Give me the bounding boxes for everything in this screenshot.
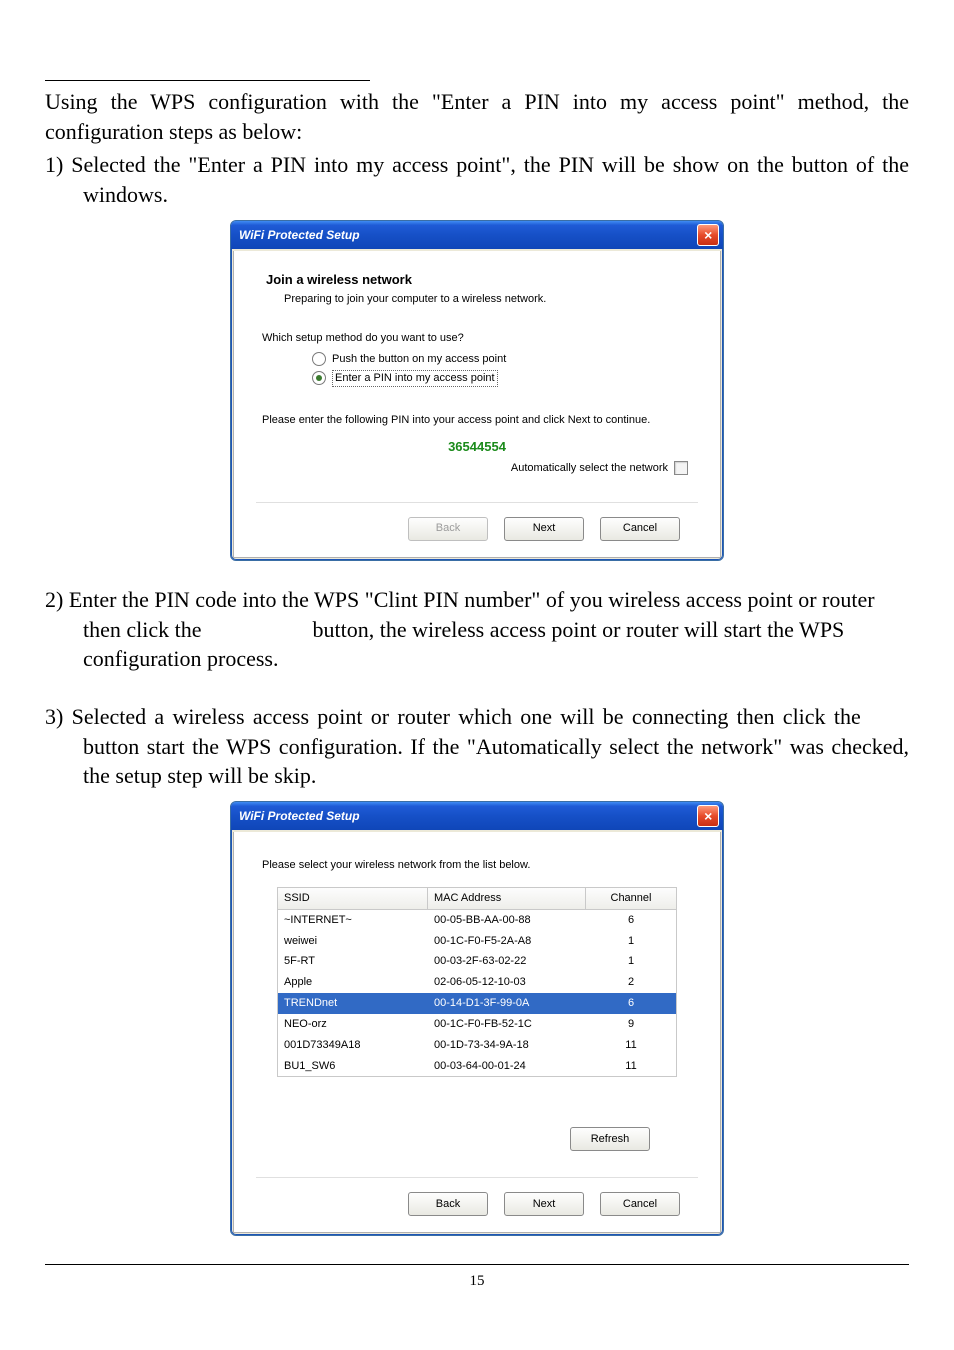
cell-ssid: NEO-orz xyxy=(278,1014,428,1035)
checkbox-icon[interactable] xyxy=(674,461,688,475)
back-button: Back xyxy=(408,517,488,541)
cancel-button[interactable]: Cancel xyxy=(600,1192,680,1216)
cell-mac: 00-03-2F-63-02-22 xyxy=(428,951,586,972)
cell-mac: 00-1C-F0-FB-52-1C xyxy=(428,1014,586,1035)
step-2: 2) Enter the PIN code into the WPS "Clin… xyxy=(45,585,909,674)
title-bar: WiFi Protected Setup × xyxy=(231,221,723,249)
col-mac: MAC Address xyxy=(428,888,586,909)
header-rule xyxy=(45,80,370,81)
pin-instruction: Please enter the following PIN into your… xyxy=(262,413,698,428)
cell-channel: 9 xyxy=(586,1014,676,1035)
table-row[interactable]: weiwei00-1C-F0-F5-2A-A81 xyxy=(278,931,676,952)
cell-mac: 00-1C-F0-F5-2A-A8 xyxy=(428,931,586,952)
table-row[interactable]: BU1_SW600-03-64-00-01-2411 xyxy=(278,1056,676,1077)
cell-ssid: weiwei xyxy=(278,931,428,952)
refresh-button[interactable]: Refresh xyxy=(570,1127,650,1151)
wps-dialog-pin: WiFi Protected Setup × Join a wireless n… xyxy=(230,220,724,561)
network-table: SSID MAC Address Channel ~INTERNET~00-05… xyxy=(277,887,677,1078)
cell-ssid: ~INTERNET~ xyxy=(278,910,428,931)
cell-mac: 00-03-64-00-01-24 xyxy=(428,1056,586,1077)
cell-mac: 00-1D-73-34-9A-18 xyxy=(428,1035,586,1056)
button-row: Back Next Cancel xyxy=(256,1177,698,1218)
cell-mac: 02-06-05-12-10-03 xyxy=(428,972,586,993)
cell-channel: 11 xyxy=(586,1056,676,1077)
table-header: SSID MAC Address Channel xyxy=(278,888,676,910)
select-network-instruction: Please select your wireless network from… xyxy=(262,858,692,873)
wps-dialog-select-network: WiFi Protected Setup × Please select you… xyxy=(230,801,724,1236)
cancel-button[interactable]: Cancel xyxy=(600,517,680,541)
cell-channel: 6 xyxy=(586,993,676,1014)
cell-mac: 00-14-D1-3F-99-0A xyxy=(428,993,586,1014)
cell-ssid: 5F-RT xyxy=(278,951,428,972)
cell-channel: 6 xyxy=(586,910,676,931)
next-button[interactable]: Next xyxy=(504,517,584,541)
table-row[interactable]: Apple02-06-05-12-10-032 xyxy=(278,972,676,993)
document-page: Using the WPS configuration with the "En… xyxy=(0,0,954,1322)
radio-icon-selected xyxy=(312,371,326,385)
table-row[interactable]: ~INTERNET~00-05-BB-AA-00-886 xyxy=(278,910,676,931)
back-button[interactable]: Back xyxy=(408,1192,488,1216)
cell-channel: 1 xyxy=(586,951,676,972)
dialog-subheading: Preparing to join your computer to a wir… xyxy=(284,292,698,307)
table-row[interactable]: NEO-orz00-1C-F0-FB-52-1C9 xyxy=(278,1014,676,1035)
radio-enter-pin[interactable]: Enter a PIN into my access point xyxy=(312,370,698,387)
auto-select-label: Automatically select the network xyxy=(511,461,668,476)
pin-value: 36544554 xyxy=(256,438,698,456)
dialog-heading: Join a wireless network xyxy=(266,271,698,289)
radio-label: Enter a PIN into my access point xyxy=(332,370,498,387)
col-channel: Channel xyxy=(586,888,676,909)
footer-rule xyxy=(45,1264,909,1265)
table-row[interactable]: 5F-RT00-03-2F-63-02-221 xyxy=(278,951,676,972)
cell-channel: 11 xyxy=(586,1035,676,1056)
table-row[interactable]: TRENDnet00-14-D1-3F-99-0A6 xyxy=(278,993,676,1014)
cell-ssid: TRENDnet xyxy=(278,993,428,1014)
title-bar: WiFi Protected Setup × xyxy=(231,802,723,830)
cell-mac: 00-05-BB-AA-00-88 xyxy=(428,910,586,931)
step-3: 3) Selected a wireless access point or r… xyxy=(45,702,909,791)
radio-label: Push the button on my access point xyxy=(332,352,506,367)
cell-channel: 2 xyxy=(586,972,676,993)
table-row[interactable]: 001D73349A1800-1D-73-34-9A-1811 xyxy=(278,1035,676,1056)
step-1: 1) Selected the "Enter a PIN into my acc… xyxy=(45,150,909,209)
setup-method-question: Which setup method do you want to use? xyxy=(262,331,698,346)
cell-ssid: 001D73349A18 xyxy=(278,1035,428,1056)
page-number: 15 xyxy=(45,1271,909,1291)
close-icon[interactable]: × xyxy=(697,224,719,246)
cell-ssid: Apple xyxy=(278,972,428,993)
next-button[interactable]: Next xyxy=(504,1192,584,1216)
close-icon[interactable]: × xyxy=(697,805,719,827)
window-title: WiFi Protected Setup xyxy=(239,808,360,824)
radio-icon xyxy=(312,352,326,366)
intro-paragraph: Using the WPS configuration with the "En… xyxy=(45,87,909,146)
radio-push-button[interactable]: Push the button on my access point xyxy=(312,352,698,367)
cell-channel: 1 xyxy=(586,931,676,952)
cell-ssid: BU1_SW6 xyxy=(278,1056,428,1077)
col-ssid: SSID xyxy=(278,888,428,909)
button-row: Back Next Cancel xyxy=(256,502,698,543)
auto-select-row[interactable]: Automatically select the network xyxy=(256,461,688,476)
window-title: WiFi Protected Setup xyxy=(239,227,360,243)
